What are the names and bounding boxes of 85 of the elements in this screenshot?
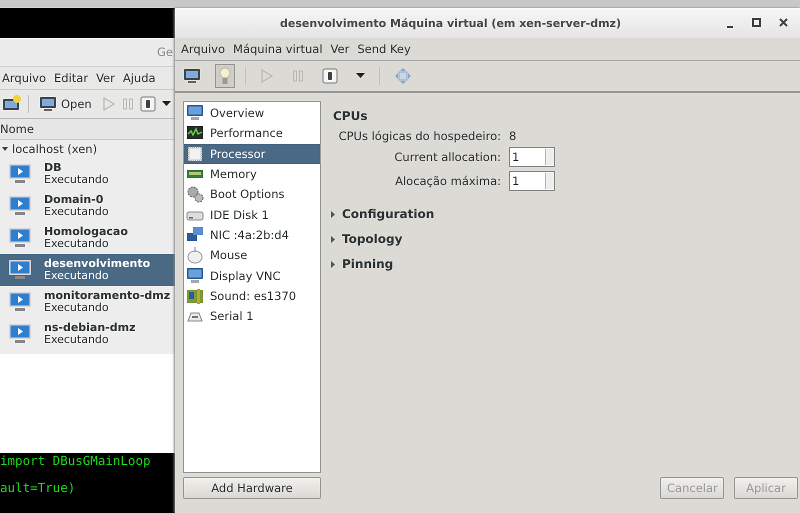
vm-status: Executando (44, 334, 110, 346)
hardware-item[interactable]: NIC :4a:2b:d4 (184, 224, 320, 246)
running-vm-icon (8, 227, 32, 249)
graph-icon (187, 126, 203, 140)
hardware-item[interactable]: Mouse (184, 245, 320, 266)
field-label: Alocação máxima: (394, 174, 501, 188)
new-vm-icon[interactable] (2, 95, 22, 113)
column-header[interactable]: Nome (0, 122, 34, 136)
menu-item[interactable]: Ajuda (120, 71, 162, 85)
vm-row[interactable]: ns-debian-dmz Executando (0, 318, 175, 350)
section-title: CPUs (333, 109, 368, 123)
lightbulb-icon (219, 67, 231, 85)
window-title: desenvolvimento Máquina virtual (em xen-server-dmz) (279, 16, 622, 30)
vm-row[interactable]: Homologacao Executando (0, 222, 175, 254)
chip-icon (188, 146, 202, 162)
hardware-item[interactable]: Sound: es1370 (184, 286, 320, 306)
window-title: Ge (157, 45, 173, 59)
field-label: Current allocation: (393, 150, 501, 164)
vm-status: Executando (44, 206, 109, 218)
expander-icon[interactable] (331, 260, 336, 268)
vm-name: Homologacao (44, 226, 128, 238)
menu-item[interactable]: Máquina virtual (231, 42, 329, 56)
vm-name: desenvolvimento (44, 258, 150, 270)
sound-card-icon (187, 288, 203, 304)
terminal-line: import DBusGMainLoop (0, 453, 151, 468)
fullscreen-icon (394, 67, 412, 85)
vm-status: Executando (44, 302, 110, 314)
running-vm-icon (8, 323, 32, 345)
hardware-item[interactable]: Display VNC (184, 265, 320, 286)
menu-item[interactable]: Editar (52, 71, 94, 85)
menu-item[interactable]: Arquivo (179, 42, 232, 56)
hardware-item[interactable]: Processor (184, 144, 320, 164)
hardware-item[interactable]: Overview (184, 103, 320, 124)
vm-name: DB (44, 162, 63, 174)
power-icon (322, 68, 338, 84)
hardware-item[interactable]: Serial 1 (184, 306, 320, 326)
network-icon (187, 226, 203, 241)
monitor-icon (39, 96, 57, 112)
running-vm-icon (8, 195, 32, 217)
expander[interactable]: Topology (331, 232, 800, 246)
vm-name: monitoramento-dmz (44, 290, 170, 302)
hardware-item[interactable]: Performance (184, 123, 320, 144)
terminal-line: ault=True) (0, 480, 76, 495)
monitor-icon (183, 68, 201, 84)
gears-icon (188, 186, 204, 203)
expander-icon[interactable] (331, 210, 336, 218)
field-value: 8 (509, 129, 518, 143)
running-vm-icon (8, 163, 32, 185)
power-icon (140, 96, 156, 112)
vm-row[interactable]: monitoramento-dmz Executando (0, 286, 175, 318)
vm-status: Executando (44, 174, 109, 186)
expander-icon[interactable] (2, 146, 8, 152)
close-icon[interactable] (779, 18, 788, 27)
hardware-item[interactable]: IDE Disk 1 (184, 204, 320, 225)
running-vm-icon (8, 291, 32, 313)
monitor-icon (187, 105, 203, 120)
add-hardware-button[interactable]: Add Hardware (183, 477, 321, 499)
vm-row[interactable]: desenvolvimento Executando (0, 254, 175, 286)
hardware-item[interactable]: Memory (184, 164, 320, 184)
running-vm-icon (8, 259, 32, 281)
menu-item[interactable]: Send Key (355, 42, 417, 56)
vm-row[interactable]: Domain-0 Executando (0, 190, 175, 222)
expander[interactable]: Configuration (331, 207, 800, 221)
caret-icon (356, 73, 365, 79)
menu-item[interactable]: Arquivo (0, 71, 52, 85)
caret-icon (162, 101, 171, 107)
hardware-item[interactable]: Boot Options (184, 184, 320, 204)
mouse-icon (188, 246, 202, 264)
maximize-icon[interactable] (752, 18, 761, 27)
host-label[interactable]: localhost (xen) (12, 142, 98, 156)
menu-item[interactable]: Ver (94, 71, 121, 85)
serial-port-icon (187, 312, 203, 322)
expander[interactable]: Pinning (331, 257, 800, 271)
vm-row[interactable]: DB Executando (0, 158, 175, 190)
menu-item[interactable]: Ver (328, 42, 356, 56)
vm-status: Executando (44, 270, 110, 282)
vm-status: Executando (44, 238, 109, 250)
monitor-icon (187, 268, 203, 283)
expander-icon[interactable] (331, 236, 336, 242)
field-label: CPUs lógicas do hospedeiro: (338, 129, 501, 143)
vm-name: Domain-0 (44, 194, 104, 206)
vm-name: ns-debian-dmz (44, 322, 136, 334)
memory-icon (187, 170, 203, 178)
spin-field[interactable]: 1 (509, 147, 555, 167)
spin-field[interactable]: 1 (509, 171, 555, 191)
